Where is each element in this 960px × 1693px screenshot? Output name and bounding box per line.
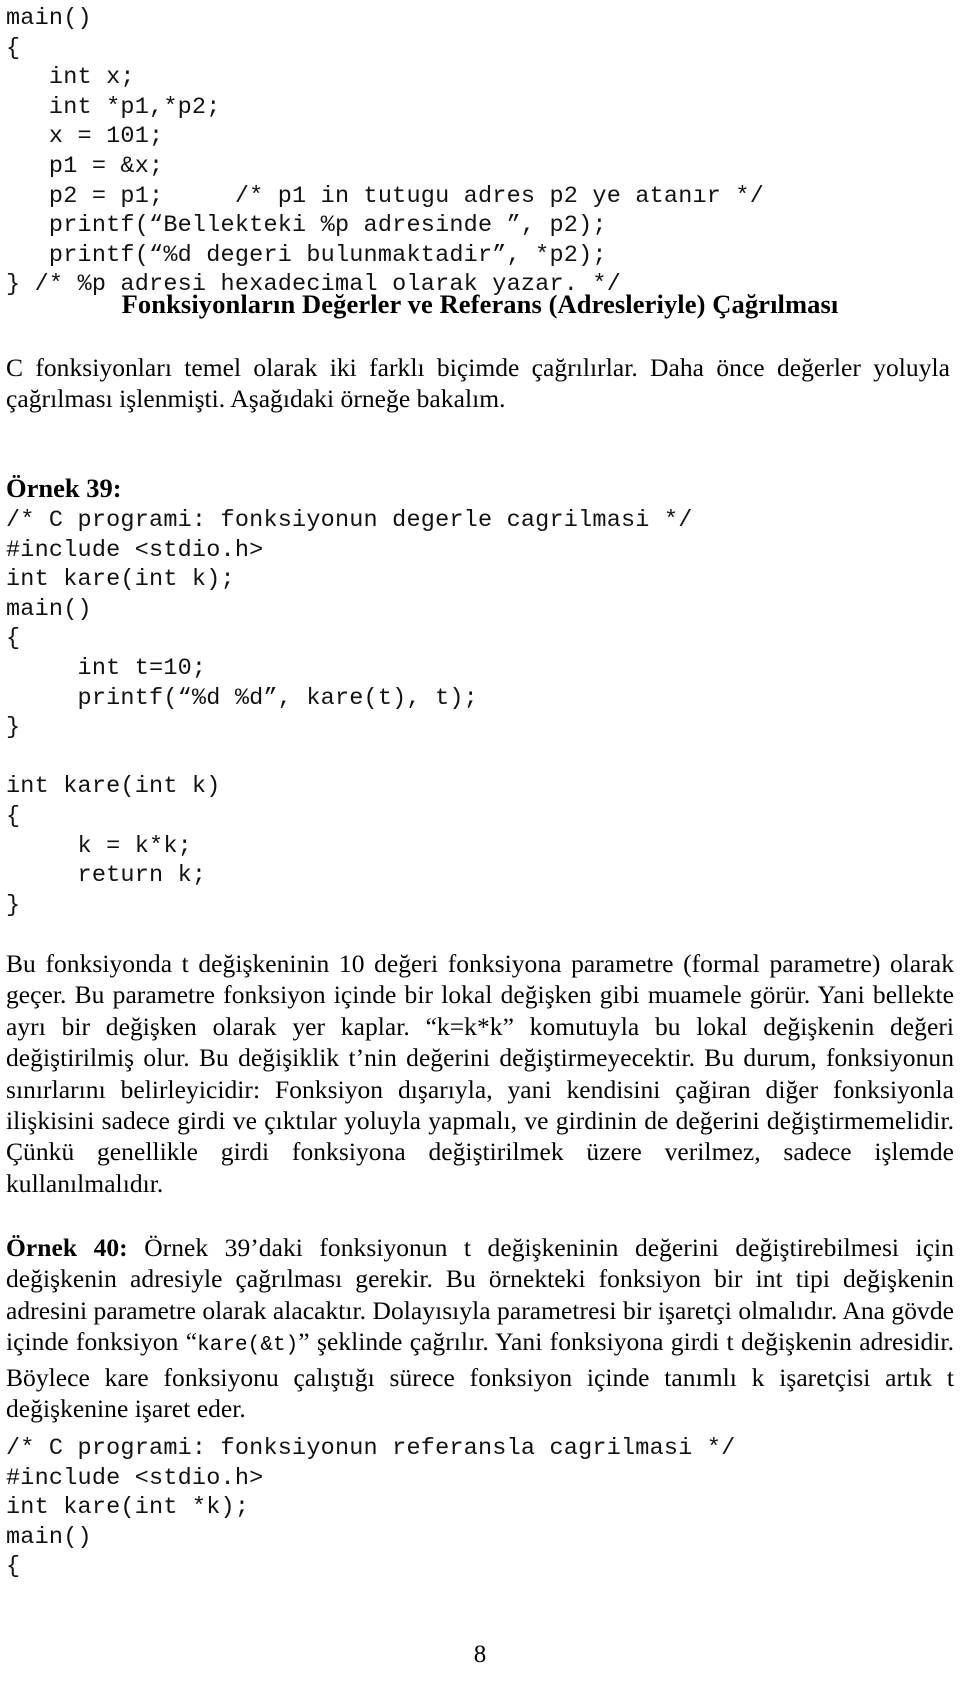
example-40-paragraph: Örnek 40: Örnek 39’daki fonksiyonun t de… (6, 1232, 954, 1424)
inline-code-kare-call: kare(&t) (197, 1334, 299, 1358)
intro-paragraph: C fonksiyonları temel olarak iki farklı … (6, 353, 950, 414)
page-number: 8 (473, 1641, 487, 1668)
document-page: main() { int x; int *p1,*p2; x = 101; p1… (0, 0, 960, 1693)
explanation-paragraph: Bu fonksiyonda t değişkeninin 10 değeri … (6, 949, 954, 1198)
code-block-kare-by-value: /* C programi: fonksiyonun degerle cagri… (6, 507, 693, 919)
example-39-heading: Örnek 39: (6, 473, 122, 503)
code-block-pointers-example: main() { int x; int *p1,*p2; x = 101; p1… (6, 5, 765, 299)
code-block-kare-by-reference: /* C programi: fonksiyonun referansla ca… (6, 1435, 736, 1581)
example-40-label: Örnek 40: (6, 1233, 128, 1262)
page-title: Fonksiyonların Değerler ve Referans (Adr… (121, 289, 839, 319)
